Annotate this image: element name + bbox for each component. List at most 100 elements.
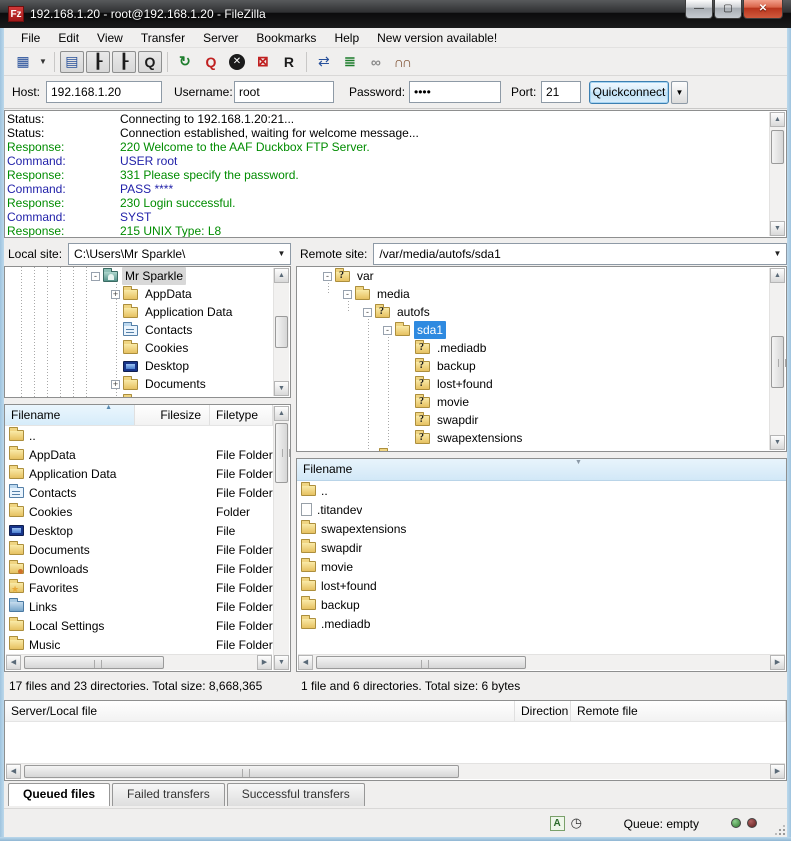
quickconnect-dropdown[interactable]: ▼	[671, 81, 688, 104]
tab-successful-transfers[interactable]: Successful transfers	[227, 783, 365, 806]
collapse-icon[interactable]: -	[383, 326, 392, 335]
scroll-down-icon[interactable]: ▼	[274, 655, 289, 670]
close-button[interactable]: ✕	[743, 0, 783, 19]
resize-grip[interactable]	[773, 823, 785, 835]
tab-failed-transfers[interactable]: Failed transfers	[112, 783, 225, 806]
tree-item-autofs[interactable]: -autofs	[297, 303, 786, 321]
menu-bookmarks[interactable]: Bookmarks	[247, 29, 325, 47]
tab-queued-files[interactable]: Queued files	[8, 783, 110, 806]
menu-transfer[interactable]: Transfer	[132, 29, 194, 47]
refresh-button[interactable]: ↻	[173, 51, 197, 73]
file-row[interactable]: swapextensions	[297, 519, 786, 538]
scroll-thumb[interactable]	[316, 656, 526, 669]
reconnect-button[interactable]: R	[277, 51, 301, 73]
tree-item-movie[interactable]: movie	[297, 393, 786, 411]
toggle-message-log-button[interactable]: ▤	[60, 51, 84, 73]
scroll-right-icon[interactable]: ▶	[257, 655, 272, 670]
host-input[interactable]	[46, 81, 162, 103]
tree-item-mr-sparkle[interactable]: -Mr Sparkle	[5, 267, 290, 285]
port-input[interactable]	[541, 81, 581, 103]
file-row[interactable]: FavoritesFile Folder	[5, 578, 273, 597]
tree-item-appdata[interactable]: +AppData	[5, 285, 290, 303]
file-row[interactable]: .mediadb	[297, 614, 786, 633]
splitter-collapse-icon[interactable]: ▼	[575, 459, 582, 466]
site-manager-dropdown[interactable]: ▼	[36, 57, 50, 66]
column-server-local-file[interactable]: Server/Local file	[5, 701, 515, 721]
expand-icon[interactable]: +	[111, 380, 120, 389]
tree-item-swapextensions[interactable]: swapextensions	[297, 429, 786, 447]
tree-item-downloads[interactable]: +Downloads	[5, 393, 290, 398]
column-direction[interactable]: Direction	[515, 701, 571, 721]
scroll-right-icon[interactable]: ▶	[770, 655, 785, 670]
tree-item-backup[interactable]: backup	[297, 357, 786, 375]
file-row[interactable]: .titandev	[297, 500, 786, 519]
column-filename[interactable]: Filename▲	[5, 405, 135, 425]
scroll-left-icon[interactable]: ◀	[6, 655, 21, 670]
toggle-remote-tree-button[interactable]: ┠	[112, 51, 136, 73]
file-row[interactable]: CookiesFolder	[5, 502, 273, 521]
scroll-left-icon[interactable]: ◀	[298, 655, 313, 670]
minimize-button[interactable]: —	[685, 0, 713, 19]
remote-list-header[interactable]: Filename	[297, 459, 786, 481]
local-list-hscrollbar[interactable]: ◀ ▶	[6, 654, 272, 670]
scroll-thumb[interactable]	[771, 130, 784, 164]
file-row[interactable]: lost+found	[297, 576, 786, 595]
file-row[interactable]: ..	[5, 426, 273, 445]
speed-limits-icon[interactable]: ◷	[571, 815, 582, 831]
chevron-down-icon[interactable]: ▼	[274, 245, 289, 263]
log-scrollbar[interactable]: ▲ ▼	[769, 112, 785, 236]
collapse-icon[interactable]: -	[343, 290, 352, 299]
cancel-button[interactable]: ✕	[225, 51, 249, 73]
tree-item-sda1[interactable]: -sda1	[297, 321, 786, 339]
search-button[interactable]: ∩∩	[390, 51, 414, 73]
username-input[interactable]	[234, 81, 334, 103]
tree-item-contacts[interactable]: Contacts	[5, 321, 290, 339]
file-row[interactable]: ..	[297, 481, 786, 500]
disconnect-button[interactable]: ⊠	[251, 51, 275, 73]
file-row[interactable]: DesktopFile	[5, 521, 273, 540]
file-row[interactable]: movie	[297, 557, 786, 576]
menu-view[interactable]: View	[88, 29, 132, 47]
toggle-queue-button[interactable]: Q	[138, 51, 162, 73]
tree-item-desktop[interactable]: Desktop	[5, 357, 290, 375]
toggle-local-tree-button[interactable]: ┠	[86, 51, 110, 73]
site-manager-button[interactable]: ▦	[11, 51, 35, 73]
tree-item-documents[interactable]: +Documents	[5, 375, 290, 393]
menu-help[interactable]: Help	[325, 29, 368, 47]
tree-item-lost-found[interactable]: lost+found	[297, 375, 786, 393]
collapse-icon[interactable]: -	[323, 272, 332, 281]
column-filetype[interactable]: Filetype	[210, 405, 273, 425]
transfer-type-icon[interactable]: A	[550, 816, 565, 831]
scroll-up-icon[interactable]: ▲	[770, 112, 785, 127]
password-input[interactable]	[409, 81, 501, 103]
menu-edit[interactable]: Edit	[49, 29, 88, 47]
tree-item-media[interactable]: -media	[297, 285, 786, 303]
scroll-thumb[interactable]	[275, 423, 288, 483]
menu-file[interactable]: File	[12, 29, 49, 47]
filter-button[interactable]: ≣	[338, 51, 362, 73]
scroll-left-icon[interactable]: ◀	[6, 764, 21, 779]
remote-site-combo[interactable]: /var/media/autofs/sda1▼	[373, 243, 787, 265]
column-remote-file[interactable]: Remote file	[571, 701, 786, 721]
file-row[interactable]: LinksFile Folder	[5, 597, 273, 616]
menu-new-version[interactable]: New version available!	[368, 29, 506, 47]
collapse-icon[interactable]: -	[363, 308, 372, 317]
process-queue-button[interactable]: Q	[199, 51, 223, 73]
expand-icon[interactable]: +	[111, 290, 120, 299]
queue-hscrollbar[interactable]: ◀ ▶	[6, 763, 785, 779]
scroll-up-icon[interactable]: ▲	[274, 406, 289, 421]
file-row[interactable]: DocumentsFile Folder	[5, 540, 273, 559]
file-row[interactable]: swapdir	[297, 538, 786, 557]
file-row[interactable]: AppDataFile Folder	[5, 445, 273, 464]
file-row[interactable]: ContactsFile Folder	[5, 483, 273, 502]
scroll-thumb[interactable]	[24, 656, 164, 669]
tree-item-swapdir[interactable]: swapdir	[297, 411, 786, 429]
tree-item-cookies[interactable]: Cookies	[5, 339, 290, 357]
tree-item-dvd[interactable]: dvd	[297, 447, 786, 452]
local-site-combo[interactable]: C:\Users\Mr Sparkle\▼	[68, 243, 291, 265]
maximize-button[interactable]: ▢	[714, 0, 742, 19]
local-list-vscrollbar[interactable]: ▲ ▼	[273, 406, 289, 670]
file-row[interactable]: MusicFile Folder	[5, 635, 273, 654]
file-row[interactable]: Local SettingsFile Folder	[5, 616, 273, 635]
menu-server[interactable]: Server	[194, 29, 247, 47]
